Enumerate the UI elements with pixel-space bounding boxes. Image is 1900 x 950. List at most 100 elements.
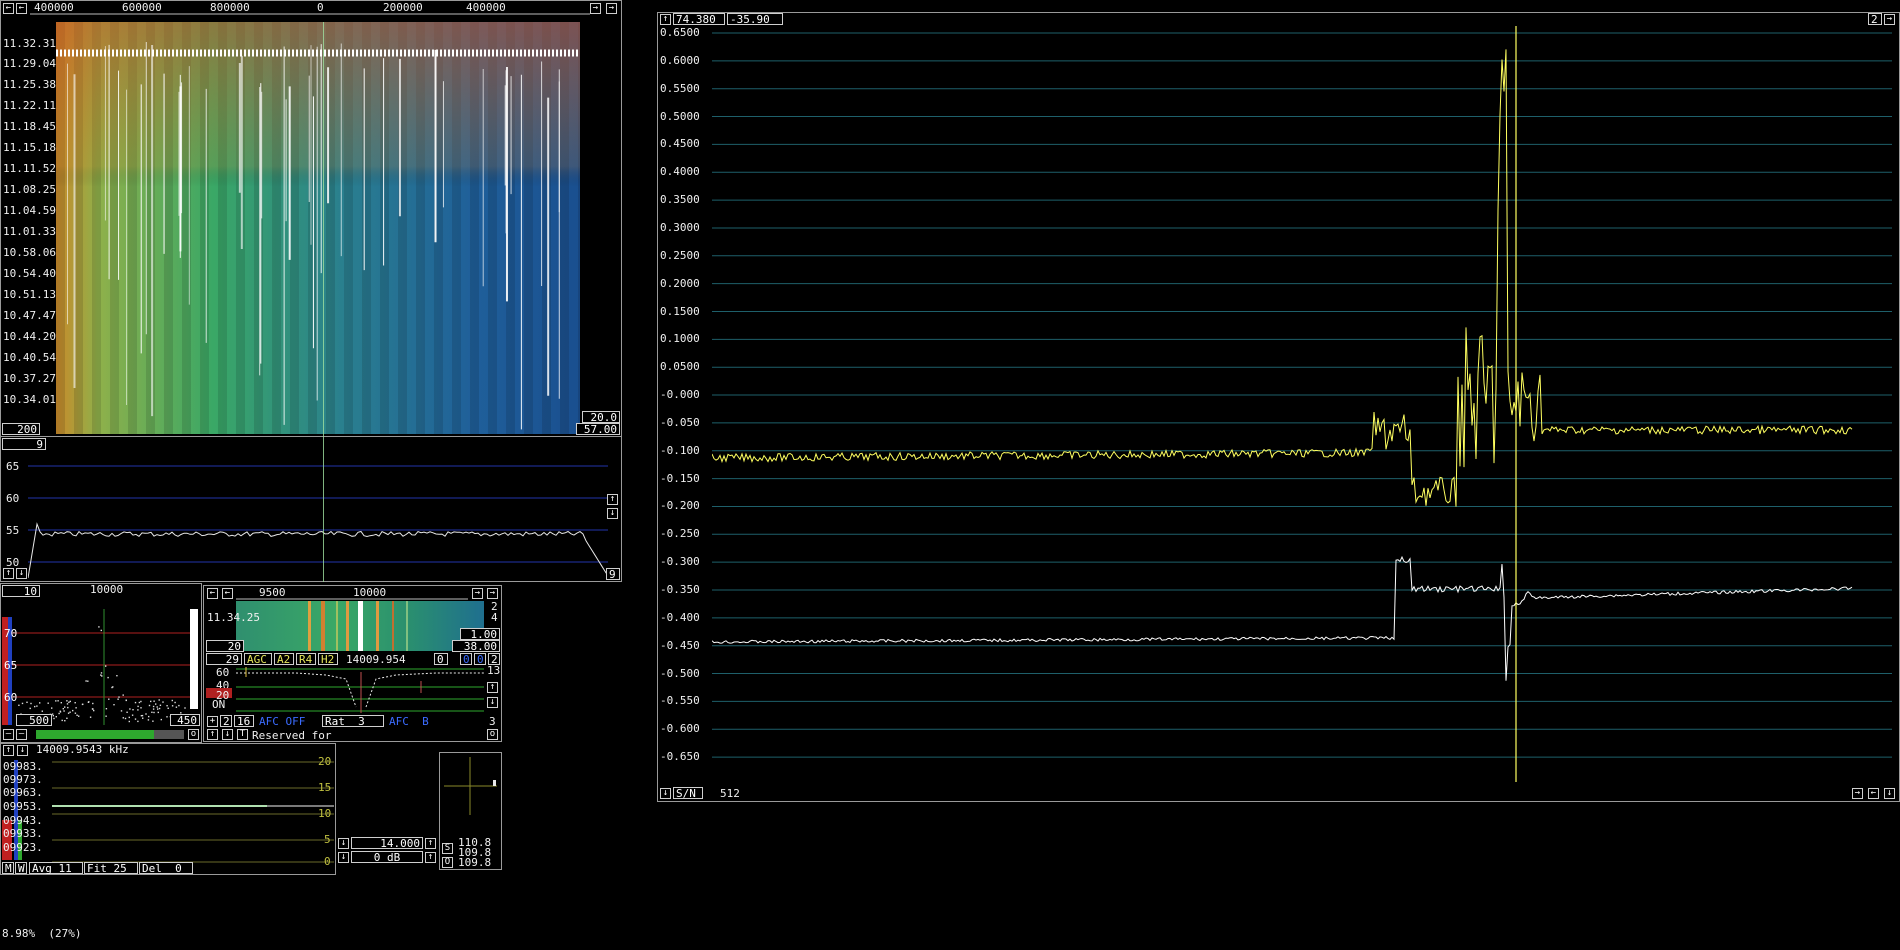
spectrum-up-button[interactable]: ↑ — [607, 494, 618, 505]
spectrum-down-button[interactable]: ↓ — [607, 508, 618, 519]
graph-y-label: -0.300 — [660, 555, 700, 569]
level-down-button[interactable]: ↓ — [338, 838, 349, 849]
waterfall-image[interactable] — [56, 22, 580, 434]
small-spectrum-dot — [125, 699, 127, 702]
small-spec-level-bar[interactable] — [36, 730, 184, 739]
graph-right-button-2[interactable]: → — [1852, 788, 1863, 799]
scope-display[interactable] — [442, 755, 499, 817]
small-spectrum-dot — [29, 707, 31, 710]
small-spec-level-fill — [36, 730, 154, 739]
small-spectrum-plot[interactable] — [2, 597, 200, 725]
afc-b-button[interactable]: AFC B — [386, 715, 446, 727]
spectrum-down-button-2[interactable]: ↓ — [16, 568, 27, 579]
scope-s-button[interactable]: S — [442, 843, 453, 854]
avg-box[interactable]: Avg 11 — [29, 862, 83, 874]
scope-o-button[interactable]: O — [442, 857, 453, 868]
hires-left-button-2[interactable]: ← — [222, 588, 233, 599]
scroll-left-button[interactable]: ← — [3, 3, 14, 14]
small-spectrum-dot — [174, 701, 176, 704]
small-spec-minus-button-2[interactable]: – — [16, 729, 27, 740]
wf-time-label: 11.18.45 — [3, 120, 56, 133]
wf-time-label: 10.47.47 — [3, 309, 56, 322]
hires-right-button-2[interactable]: → — [487, 588, 498, 599]
agc-button[interactable]: AGC — [244, 653, 272, 665]
level-up-button-2[interactable]: ↑ — [425, 852, 436, 863]
a2-button[interactable]: A2 — [274, 653, 294, 665]
wf-min-box[interactable]: 200 — [2, 423, 40, 435]
hires-min-box[interactable]: 20 — [206, 640, 244, 652]
small-spectrum-dot — [107, 676, 109, 679]
small-spectrum-dot — [55, 700, 57, 702]
small-spectrum-dot — [128, 716, 130, 719]
spectrum-avg-box[interactable]: 9 — [2, 438, 46, 450]
graph-y-label: 0.2000 — [660, 276, 700, 290]
small-spec-left-box[interactable]: 500 — [16, 714, 52, 726]
small-spec-right-box[interactable]: 450 — [170, 714, 200, 726]
level-db-box[interactable]: 0 dB — [351, 851, 423, 863]
hires-num-a[interactable]: 0 — [434, 653, 448, 665]
scroll-left-button-2[interactable]: ← — [16, 3, 27, 14]
hires-freq-tick: 9500 — [259, 586, 286, 599]
wf-time-label: 11.04.59 — [3, 204, 56, 217]
fit-box[interactable]: Fit 25 — [84, 862, 138, 874]
scroll-right-button-2[interactable]: → — [606, 3, 617, 14]
freq-up-button[interactable]: ↑ — [3, 745, 14, 756]
sn-button[interactable]: S/N — [673, 787, 703, 799]
graph-y-label: -0.000 — [660, 388, 700, 402]
spectrum-corner-box[interactable]: 9 — [606, 568, 620, 580]
hires-down-button[interactable]: ↓ — [487, 697, 498, 708]
spectrum-up-button-2[interactable]: ↑ — [3, 568, 14, 579]
hires-gain-box[interactable]: 1.00 — [460, 628, 500, 640]
freq-scale-label: 15 — [318, 781, 332, 794]
hires-filter-plot[interactable] — [236, 667, 484, 713]
wf-time-label: 11.08.25 — [3, 183, 56, 196]
rat-box[interactable]: Rat 3 — [322, 715, 384, 727]
graph-y-label: -0.100 — [660, 443, 700, 457]
graph-plot[interactable] — [712, 22, 1892, 792]
hires-plus-button[interactable]: + — [207, 716, 218, 727]
hires-num-b[interactable]: 0 — [460, 653, 472, 665]
small-spec-minus-button[interactable]: – — [3, 729, 14, 740]
graph-left-button[interactable]: ← — [1868, 788, 1879, 799]
level-freq-box[interactable]: 14.000 — [351, 837, 423, 849]
hires-up-button-2[interactable]: ↑ — [207, 729, 218, 740]
hires-waterfall[interactable] — [236, 601, 484, 651]
small-spectrum-dot — [140, 715, 143, 717]
wf-range-box[interactable]: 57.00 — [576, 423, 620, 435]
level-up-button[interactable]: ↑ — [425, 838, 436, 849]
spectrum-plot[interactable] — [28, 450, 608, 580]
scroll-right-button[interactable]: → — [590, 3, 601, 14]
small-spec-box[interactable]: 10 — [2, 585, 40, 597]
hires-t-button[interactable]: T — [237, 729, 248, 740]
freq-down-button[interactable]: ↓ — [17, 745, 28, 756]
h2-button[interactable]: H2 — [318, 653, 338, 665]
hires-range-box[interactable]: 38.00 — [452, 640, 500, 652]
small-spectrum-dot — [34, 705, 36, 708]
hires-right-button[interactable]: → — [472, 588, 483, 599]
reserved-text: Reserved for — [252, 729, 332, 742]
hires-o-button[interactable]: o — [487, 729, 498, 740]
hires-up-button[interactable]: ↑ — [487, 682, 498, 693]
graph-y-label: -0.450 — [660, 638, 700, 652]
hires-num-c[interactable]: 0 — [474, 653, 486, 665]
small-spectrum-dot — [69, 700, 71, 703]
wf-gain-box[interactable]: 20.0 — [582, 411, 620, 423]
hires-down-button-2[interactable]: ↓ — [222, 729, 233, 740]
del-box[interactable]: Del 0 — [139, 862, 193, 874]
r4-button[interactable]: R4 — [296, 653, 316, 665]
small-spec-o-button[interactable]: o — [188, 729, 199, 740]
small-spectrum-dot — [153, 711, 155, 714]
afc-off-button[interactable]: AFC OFF — [256, 715, 320, 727]
m-button[interactable]: M — [2, 862, 14, 874]
graph-down-button[interactable]: ↓ — [660, 788, 671, 799]
level-down-button-2[interactable]: ↓ — [338, 852, 349, 863]
hires-left-button[interactable]: ← — [207, 588, 218, 599]
freq-scale-label: 0 — [324, 855, 331, 868]
w-button[interactable]: W — [15, 862, 27, 874]
hires-bar-num[interactable]: 29 — [206, 653, 242, 665]
hires-bottom-num[interactable]: 16 — [234, 715, 254, 727]
hires-scale-label: ON — [212, 698, 226, 711]
hires-bottom-num[interactable]: 2 — [220, 715, 232, 727]
freq-scale-label: 20 — [318, 755, 332, 768]
graph-down-button-2[interactable]: ↓ — [1884, 788, 1895, 799]
